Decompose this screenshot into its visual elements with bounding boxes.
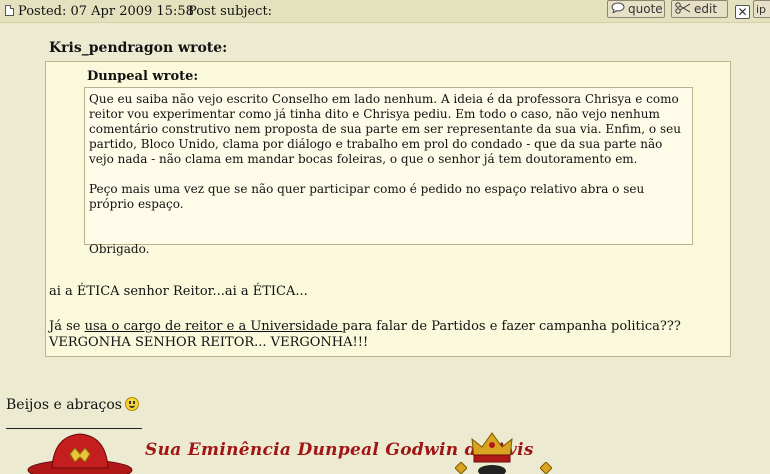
reply-text-paragraph: Já se usa o cargo de reitor e a Universi… <box>49 319 729 351</box>
closing-text: Beijos e abraços <box>6 397 122 413</box>
speech-bubble-icon <box>611 2 625 16</box>
crest-ornament-left-icon <box>455 462 467 474</box>
quote-button-label: quote <box>628 2 663 16</box>
ip-button-label: ip <box>756 2 767 16</box>
crest-ornament-right-icon <box>540 462 552 474</box>
post-subject-label: Post subject: <box>188 4 273 19</box>
inner-quote-paragraph: Peço mais uma vez que se não quer partic… <box>89 182 645 211</box>
smiley-icon <box>125 397 139 411</box>
inner-quote-box: Que eu saiba não vejo escrito Conselho e… <box>84 87 693 256</box>
post-closing-text: Beijos e abraços <box>6 397 139 413</box>
post-header-bar: Posted: 07 Apr 2009 15:58 Post subject: … <box>0 0 770 23</box>
inner-quote-paragraph: Que eu saiba não vejo escrito Conselho e… <box>89 92 681 166</box>
posted-date: Posted: 07 Apr 2009 15:58 <box>18 4 194 19</box>
red-hat-icon <box>27 433 133 474</box>
inner-quote-author: Dunpeal wrote: <box>87 69 199 84</box>
crown-icon <box>471 432 513 474</box>
delete-post-button[interactable]: ✕ <box>735 5 750 19</box>
post-document-icon[interactable] <box>5 5 14 16</box>
reply-text: Já se <box>49 319 85 334</box>
edit-button[interactable]: edit <box>671 0 728 18</box>
edit-button-label: edit <box>694 2 718 16</box>
university-link[interactable]: usa o cargo de reitor e a Universidade <box>85 319 343 334</box>
inner-quote-paragraph: Obrigado. <box>89 242 150 256</box>
close-icon: ✕ <box>737 5 748 19</box>
reply-text-line: ai a ÉTICA senhor Reitor...ai a ÉTICA... <box>49 284 308 299</box>
ip-button[interactable]: ip <box>753 0 770 18</box>
outer-quote-box: Dunpeal wrote: Que eu saiba não vejo esc… <box>45 61 731 357</box>
quote-button[interactable]: quote <box>607 0 665 18</box>
scissors-icon <box>675 1 691 17</box>
outer-quote-author: Kris_pendragon wrote: <box>49 40 228 56</box>
signature-divider <box>6 428 142 429</box>
